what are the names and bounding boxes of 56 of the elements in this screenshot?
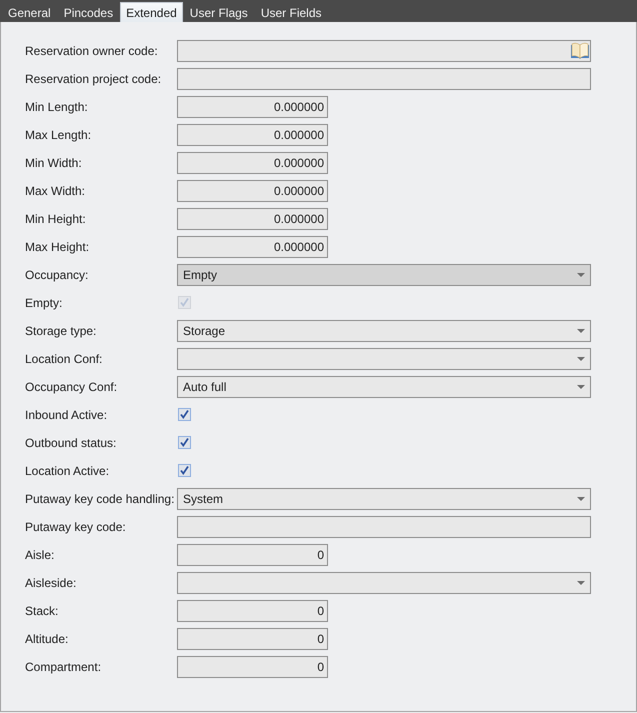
field-label: Min Length: <box>25 99 89 116</box>
caret-icon <box>577 581 585 585</box>
dropdown[interactable] <box>177 572 591 594</box>
field-label: Reservation owner code: <box>25 43 159 60</box>
caret-icon <box>577 329 585 333</box>
tab[interactable]: User Fields <box>254 2 328 22</box>
field-label: Reservation project code: <box>25 71 162 88</box>
field-label: Min Width: <box>25 155 83 172</box>
field-label: Empty: <box>25 295 64 312</box>
dropdown[interactable]: Auto full <box>177 376 591 398</box>
input-field[interactable] <box>177 68 591 90</box>
field-label: Putaway key code: <box>25 519 127 536</box>
field-label: Location Conf: <box>25 351 104 368</box>
field-label: Putaway key code handling: <box>25 491 176 508</box>
tab[interactable]: Pincodes <box>58 2 120 22</box>
dropdown[interactable]: System <box>177 488 591 510</box>
tab[interactable]: General <box>2 2 57 22</box>
field-label: Max Length: <box>25 127 92 144</box>
field-label: Compartment: <box>25 659 102 676</box>
number-field[interactable]: 0 <box>177 544 328 566</box>
field-label: Stack: <box>25 603 60 620</box>
caret-icon <box>577 385 585 389</box>
number-field[interactable]: 0 <box>177 628 328 650</box>
field-label: Outbound status: <box>25 435 118 452</box>
number-field[interactable]: 0.000000 <box>177 208 328 230</box>
tab[interactable]: User Flags <box>184 2 254 22</box>
caret-icon <box>577 273 585 277</box>
field-label: Aisle: <box>25 547 56 564</box>
field-label: Max Width: <box>25 183 86 200</box>
number-field[interactable]: 0.000000 <box>177 180 328 202</box>
input-field[interactable] <box>177 516 591 538</box>
number-field[interactable]: 0.000000 <box>177 152 328 174</box>
checkbox[interactable] <box>178 464 191 477</box>
checkbox[interactable] <box>178 408 191 421</box>
number-field[interactable]: 0 <box>177 656 328 678</box>
checkbox[interactable] <box>178 436 191 449</box>
caret-icon <box>577 497 585 501</box>
caret-icon <box>577 357 585 361</box>
field-label: Inbound Active: <box>25 407 108 424</box>
field-label: Occupancy Conf: <box>25 379 118 396</box>
field-label: Altitude: <box>25 631 70 648</box>
field-label: Aisleside: <box>25 575 78 592</box>
field-label: Storage type: <box>25 323 98 340</box>
lookup-field[interactable] <box>177 40 591 62</box>
number-field[interactable]: 0 <box>177 600 328 622</box>
book-icon[interactable] <box>570 42 590 60</box>
field-label: Occupancy: <box>25 267 90 284</box>
number-field[interactable]: 0.000000 <box>177 124 328 146</box>
number-field[interactable]: 0.000000 <box>177 96 328 118</box>
field-label: Min Height: <box>25 211 87 228</box>
field-label: Location Active: <box>25 463 110 480</box>
number-field[interactable]: 0.000000 <box>177 236 328 258</box>
dropdown[interactable] <box>177 348 591 370</box>
field-label: Max Height: <box>25 239 90 256</box>
dropdown[interactable]: Storage <box>177 320 591 342</box>
tab[interactable]: Extended <box>120 2 183 22</box>
